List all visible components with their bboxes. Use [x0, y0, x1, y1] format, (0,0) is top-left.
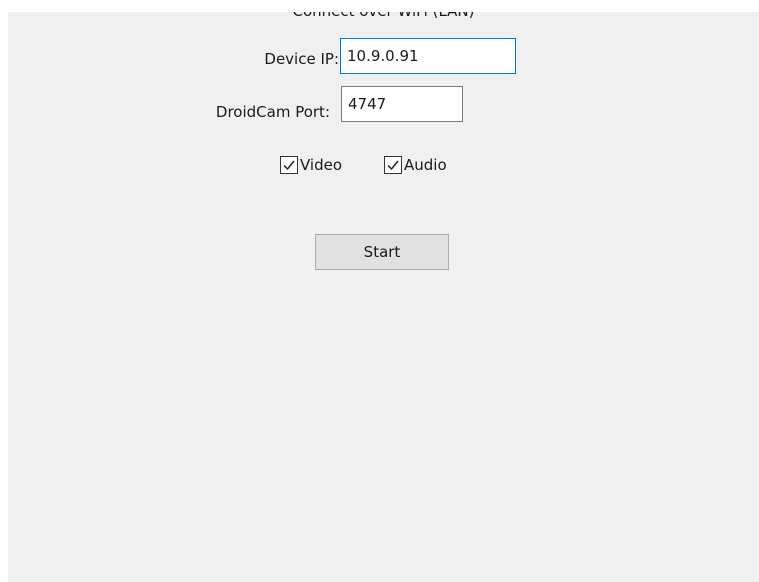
checkmark-icon [283, 160, 295, 171]
audio-checkbox[interactable]: Audio [384, 156, 447, 174]
droidcam-window: Connect over WiFi (LAN) Device IP: Droid… [8, 12, 759, 582]
video-checkbox-label: Video [300, 156, 343, 174]
device-ip-label: Device IP: [264, 50, 339, 68]
audio-checkbox-label: Audio [404, 156, 447, 174]
section-title: Connect over WiFi (LAN) [8, 12, 759, 20]
start-button[interactable]: Start [315, 234, 449, 270]
port-input[interactable] [341, 86, 463, 122]
video-checkbox[interactable]: Video [280, 156, 342, 174]
port-label: DroidCam Port: [215, 103, 330, 121]
device-ip-input[interactable] [340, 38, 516, 74]
audio-checkbox-box[interactable] [384, 156, 402, 174]
video-checkbox-box[interactable] [280, 156, 298, 174]
checkmark-icon [387, 160, 399, 171]
